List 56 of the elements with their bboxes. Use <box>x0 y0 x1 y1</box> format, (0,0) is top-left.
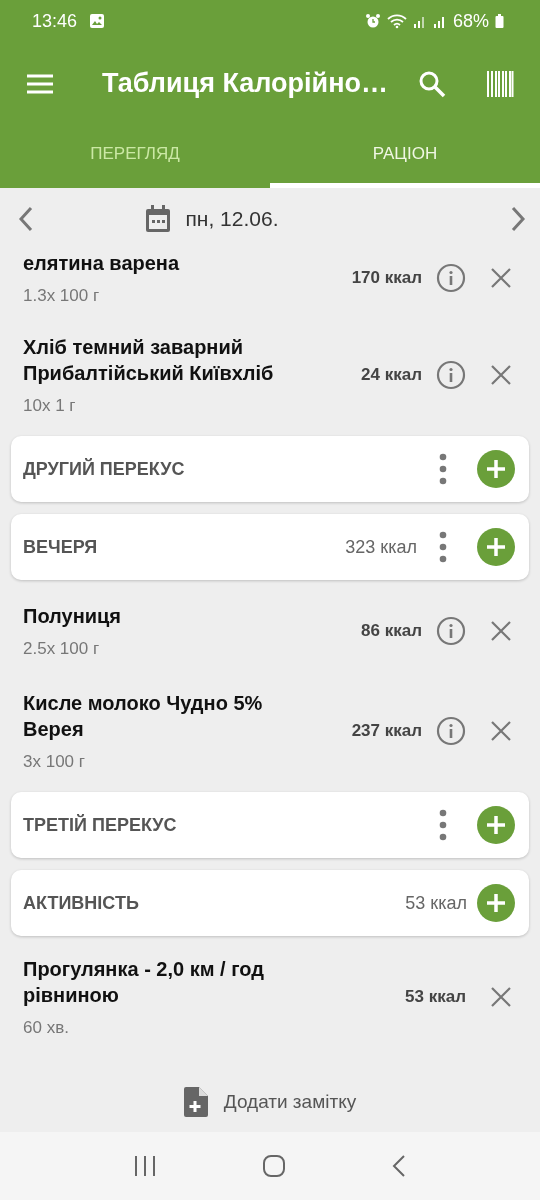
entry-name: Кисле молоко Чудно 5% Верея <box>23 691 264 742</box>
more-icon[interactable] <box>439 809 447 841</box>
info-icon[interactable] <box>436 263 466 293</box>
entry-name: Полуниця <box>23 604 122 629</box>
info-icon[interactable] <box>436 616 466 646</box>
meal-calories: 323 ккал <box>345 536 417 558</box>
barcode-icon[interactable] <box>486 70 514 97</box>
entry-name: Прогулянка - 2,0 км / год рівниною <box>23 957 265 1008</box>
close-icon[interactable] <box>490 720 512 742</box>
search-icon[interactable] <box>418 69 446 98</box>
meal-title: АКТИВНІСТЬ <box>23 892 140 914</box>
add-icon[interactable] <box>477 884 515 922</box>
entry-calories: 86 ккал <box>361 621 422 641</box>
meal-title: ДРУГИЙ ПЕРЕКУС <box>23 458 186 480</box>
add-icon[interactable] <box>477 450 515 488</box>
calendar-icon[interactable] <box>145 205 172 233</box>
alarm-icon <box>364 13 381 29</box>
back-icon[interactable] <box>391 1154 408 1178</box>
image-icon <box>89 13 106 29</box>
entry-amount: 10x 1 г <box>23 396 77 416</box>
app-title: Таблиця Калорійно… <box>102 68 389 99</box>
battery-level: 68% <box>452 10 489 32</box>
close-icon[interactable] <box>490 267 512 289</box>
more-icon[interactable] <box>439 531 447 563</box>
meal-calories: 53 ккал <box>405 892 467 914</box>
add-note-link[interactable]: Додати замітку <box>223 1091 357 1113</box>
chevron-right-icon[interactable] <box>510 206 526 232</box>
recent-apps-icon[interactable] <box>132 1155 157 1177</box>
home-icon[interactable] <box>262 1154 286 1178</box>
add-icon[interactable] <box>477 806 515 844</box>
entry-amount: 2.5x 100 г <box>23 639 101 659</box>
entry-calories: 170 ккал <box>351 268 422 288</box>
close-icon[interactable] <box>490 986 512 1008</box>
entry-name: елятина варена <box>23 251 181 276</box>
menu-icon[interactable] <box>26 72 54 95</box>
entry-name: Хліб темний заварний Прибалтійський Київхліб <box>23 335 275 386</box>
wifi-icon <box>386 13 407 29</box>
battery-icon <box>495 13 504 29</box>
close-icon[interactable] <box>490 620 512 642</box>
entry-calories: 237 ккал <box>351 721 422 741</box>
meal-title: ТРЕТІЙ ПЕРЕКУС <box>23 814 178 836</box>
entry-calories: 24 ккал <box>361 365 422 385</box>
status-time: 13:46 <box>32 10 78 32</box>
info-icon[interactable] <box>436 360 466 390</box>
entry-calories: 53 ккал <box>405 987 466 1007</box>
entry-amount: 1.3x 100 г <box>23 286 101 306</box>
info-icon[interactable] <box>436 716 466 746</box>
add-note-icon[interactable] <box>183 1087 208 1117</box>
close-icon[interactable] <box>490 364 512 386</box>
entry-amount: 60 хв. <box>23 1018 70 1038</box>
add-icon[interactable] <box>477 528 515 566</box>
entry-amount: 3x 100 г <box>23 752 86 772</box>
meal-title: ВЕЧЕРЯ <box>23 536 99 558</box>
more-icon[interactable] <box>439 453 447 485</box>
date-label[interactable]: пн, 12.06. <box>185 207 279 231</box>
chevron-left-icon[interactable] <box>18 206 34 232</box>
